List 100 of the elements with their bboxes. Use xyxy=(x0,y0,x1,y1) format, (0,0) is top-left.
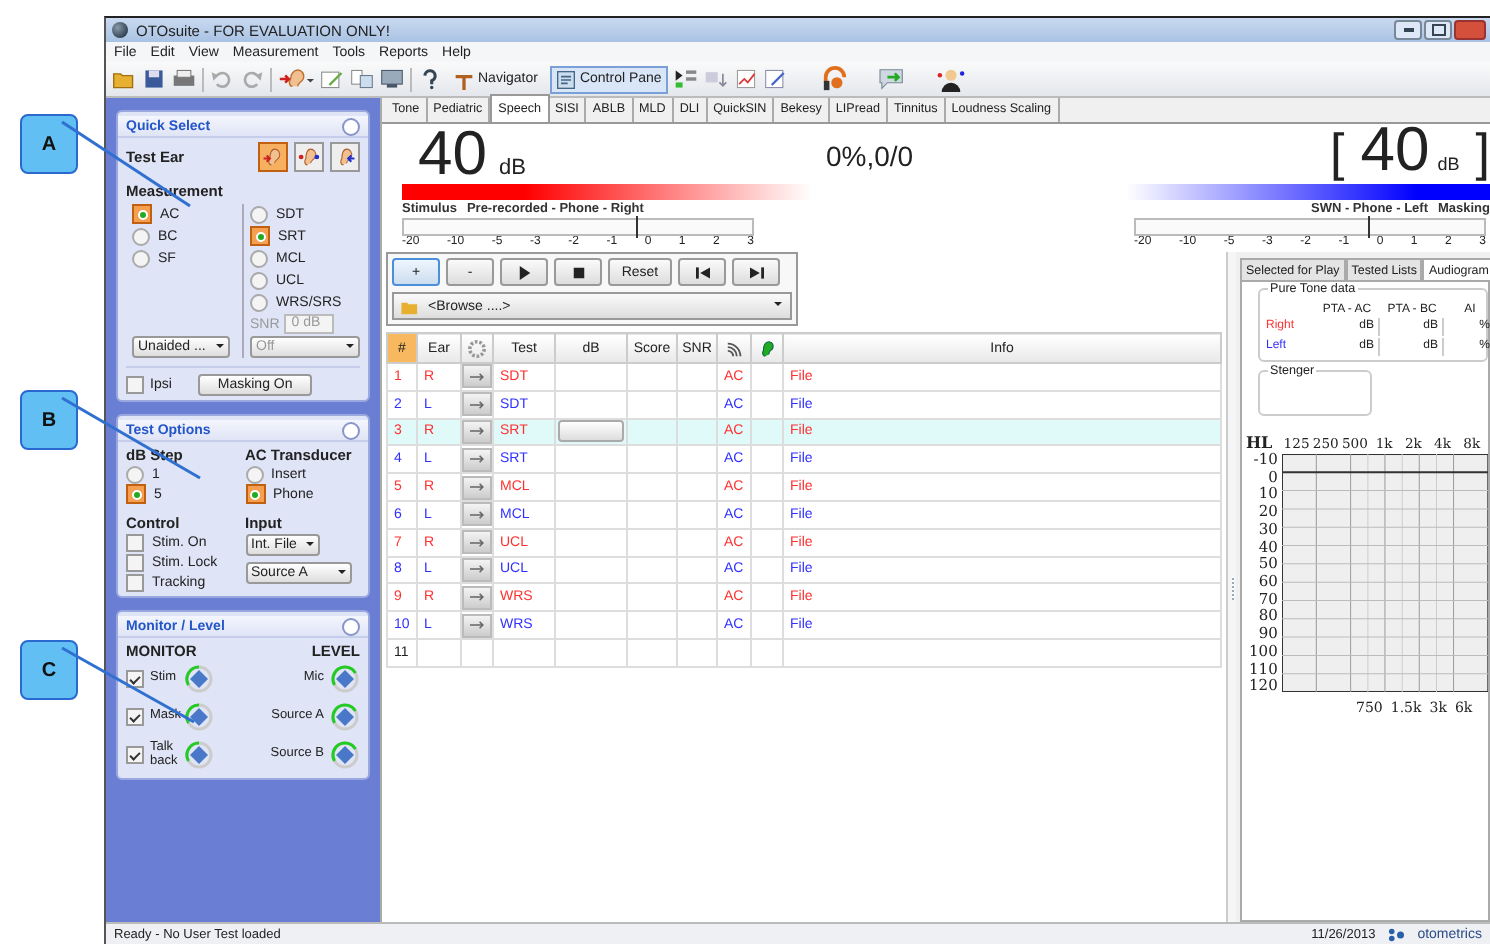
arrow-button[interactable] xyxy=(462,419,492,444)
checkbox[interactable] xyxy=(126,670,144,688)
stimulus-level: 40 xyxy=(418,124,487,184)
next-button[interactable] xyxy=(732,258,780,286)
masking-level: 40 xyxy=(1360,120,1430,180)
headset-icon[interactable] xyxy=(819,66,850,92)
checkbox[interactable] xyxy=(126,746,144,764)
person-icon[interactable] xyxy=(935,66,966,92)
arrow-button[interactable] xyxy=(462,530,492,555)
volume-knob[interactable] xyxy=(184,664,214,694)
radio-button[interactable] xyxy=(250,271,268,289)
arrow-button[interactable] xyxy=(462,392,492,417)
volume-knob[interactable] xyxy=(330,664,360,694)
redo-icon[interactable] xyxy=(240,68,264,90)
radio-button[interactable] xyxy=(126,465,144,483)
ear-icon xyxy=(298,146,320,168)
splitter-handle[interactable] xyxy=(1226,252,1236,922)
callout-label: C xyxy=(20,640,78,700)
callout-label: A xyxy=(20,114,78,174)
ear-icon xyxy=(262,146,284,168)
document-icon[interactable] xyxy=(350,68,374,90)
arrow-button[interactable] xyxy=(462,475,492,500)
checkbox[interactable] xyxy=(126,573,144,591)
arrow-button[interactable] xyxy=(462,585,492,610)
stop-icon xyxy=(571,265,585,279)
stop-button[interactable] xyxy=(554,258,602,286)
arrow-icon xyxy=(469,482,485,493)
arrow-button[interactable] xyxy=(462,364,492,389)
arrow-icon xyxy=(469,454,485,465)
volume-knob[interactable] xyxy=(330,740,360,770)
column-header[interactable] xyxy=(717,333,751,363)
save-icon[interactable] xyxy=(142,68,166,90)
undo-icon[interactable] xyxy=(210,68,234,90)
masking-unit: dB xyxy=(1437,154,1460,174)
radio-button[interactable] xyxy=(250,226,270,246)
radio-button[interactable] xyxy=(126,484,146,504)
checkbox[interactable] xyxy=(126,553,144,571)
graph-icon[interactable] xyxy=(733,68,758,90)
previous-button[interactable] xyxy=(678,258,726,286)
radio-button[interactable] xyxy=(250,205,268,223)
db-edit-button[interactable] xyxy=(558,420,624,443)
bracket: [ xyxy=(1330,122,1345,184)
ear-icon xyxy=(334,146,356,168)
arrow-icon xyxy=(469,509,485,520)
radio-button[interactable] xyxy=(132,249,150,267)
arrow-icon xyxy=(469,592,485,603)
edit-icon[interactable] xyxy=(320,68,344,90)
leader-line xyxy=(60,646,196,724)
minimize-button[interactable] xyxy=(1394,20,1422,40)
radio-button[interactable] xyxy=(245,465,263,483)
callout-label: B xyxy=(20,390,78,450)
panel-icon xyxy=(555,69,576,89)
collapse-button[interactable] xyxy=(342,421,360,439)
volume-knob[interactable] xyxy=(184,740,214,770)
column-header[interactable] xyxy=(751,333,783,363)
monitor-icon[interactable] xyxy=(380,68,404,90)
radio-button[interactable] xyxy=(132,204,152,224)
stimulus-unit: dB xyxy=(498,156,526,180)
arrow-icon xyxy=(469,620,485,631)
arrow-icon xyxy=(469,537,485,548)
folder-icon[interactable] xyxy=(112,68,136,90)
arrow-icon xyxy=(469,399,485,410)
signpost-icon xyxy=(454,69,474,89)
gear-icon xyxy=(468,339,486,357)
edit-icon[interactable] xyxy=(763,68,788,90)
ear-button[interactable] xyxy=(258,142,288,172)
skip-forward-icon xyxy=(749,265,763,279)
arrow-button[interactable] xyxy=(462,447,492,472)
radio-button[interactable] xyxy=(250,249,268,267)
volume-knob[interactable] xyxy=(184,702,214,732)
ear-icon[interactable] xyxy=(278,68,314,90)
radio-button[interactable] xyxy=(250,293,268,311)
arrow-button[interactable] xyxy=(462,557,492,582)
radio-button[interactable] xyxy=(245,484,265,504)
play-list-icon[interactable] xyxy=(673,68,698,90)
arrow-icon xyxy=(469,426,485,437)
app-icon xyxy=(112,22,128,38)
maximize-button[interactable] xyxy=(1424,20,1452,40)
collapse-button[interactable] xyxy=(342,117,360,135)
print-icon[interactable] xyxy=(172,68,196,90)
arrow-button[interactable] xyxy=(462,502,492,527)
checkbox[interactable] xyxy=(126,533,144,551)
play-icon xyxy=(517,265,531,279)
help-icon[interactable] xyxy=(418,68,442,90)
checkbox[interactable] xyxy=(126,708,144,726)
ear-button[interactable] xyxy=(330,142,360,172)
dots-logo-icon xyxy=(1387,927,1406,941)
axis-unit: HL xyxy=(1246,432,1275,452)
play-button[interactable] xyxy=(500,258,548,286)
ear-button[interactable] xyxy=(294,142,324,172)
arrow-button[interactable] xyxy=(462,613,492,638)
sound-waves-icon xyxy=(725,339,743,357)
collapse-button[interactable] xyxy=(342,617,360,635)
arrow-icon xyxy=(469,564,485,575)
bracket: ] xyxy=(1475,122,1490,184)
checkbox[interactable] xyxy=(126,376,144,394)
radio-button[interactable] xyxy=(132,227,150,245)
skip-back-icon xyxy=(695,265,709,279)
speech-bubble-icon[interactable] xyxy=(877,66,908,92)
volume-knob[interactable] xyxy=(330,702,360,732)
